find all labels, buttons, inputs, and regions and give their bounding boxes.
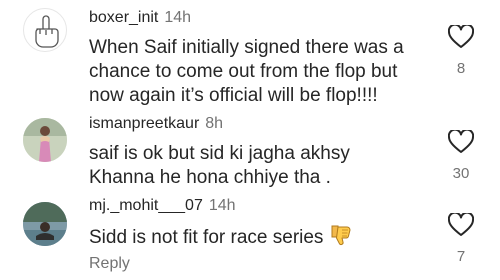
profile-photo <box>23 202 67 246</box>
comment-item: mj._mohit___07 14h Sidd is not fit for ra… <box>0 0 500 280</box>
comment-line: Sidd is not fit for race series <box>89 224 429 253</box>
comment-text: Sidd is not fit for race series <box>89 224 429 253</box>
avatar[interactable] <box>23 202 67 246</box>
reply-button[interactable]: Reply <box>89 255 130 273</box>
thumbs-down-icon <box>329 224 353 253</box>
comment-meta: mj._mohit___07 14h <box>89 197 236 215</box>
like-control: 7 <box>447 213 475 265</box>
heart-icon[interactable] <box>448 213 474 237</box>
timestamp: 14h <box>208 197 236 214</box>
like-count: 7 <box>456 248 466 265</box>
comment-line-text: Sidd is not fit for race series <box>89 227 324 248</box>
username[interactable]: mj._mohit___07 <box>89 197 203 214</box>
